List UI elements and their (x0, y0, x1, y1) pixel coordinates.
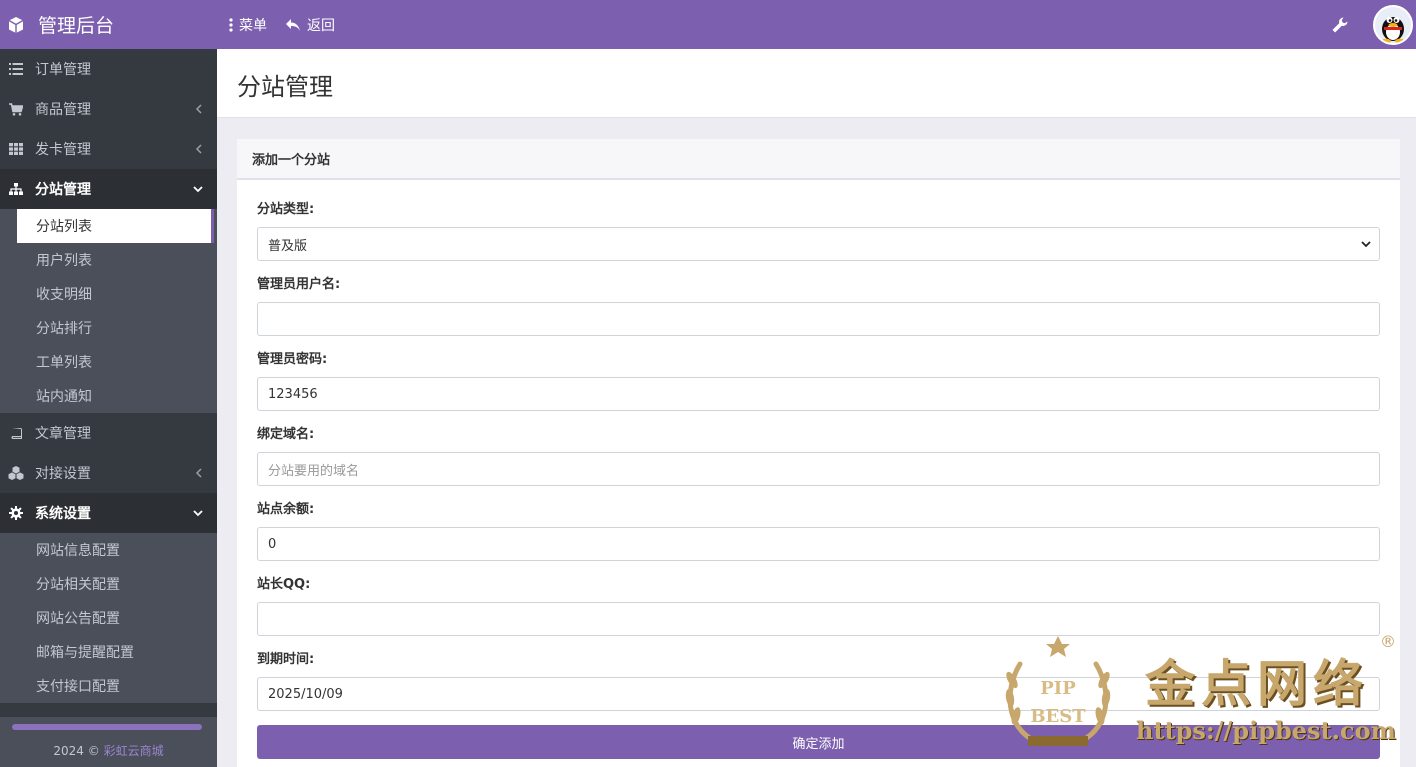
sidebar-item-label: 分站管理 (35, 182, 91, 198)
branch-type-label: 分站类型: (257, 202, 315, 217)
sidebar-subitem-tickets[interactable]: 工单列表 (0, 345, 217, 379)
sidebar-subitem-ledger[interactable]: 收支明细 (0, 277, 217, 311)
sidebar-item-label: 订单管理 (35, 62, 91, 78)
back-button[interactable]: 返回 (285, 15, 335, 35)
sidebar-item-branches[interactable]: 分站管理 (0, 169, 217, 209)
reply-arrow-icon (285, 18, 301, 32)
sidebar-subitem-branch-list[interactable]: 分站列表 (17, 209, 214, 243)
menu-label: 菜单 (239, 17, 267, 34)
qq-input[interactable] (257, 602, 1380, 636)
copyright: 2024 © 彩虹云商城 (0, 742, 217, 759)
qq-group: 站长QQ: (257, 576, 1380, 636)
chevron-left-icon (193, 141, 203, 157)
wrench-icon[interactable] (1331, 16, 1349, 34)
admin-password-label: 管理员密码: (257, 352, 328, 367)
admin-password-value: 123456 (268, 386, 318, 402)
balance-value: 0 (268, 536, 277, 552)
domain-placeholder: 分站要用的域名 (268, 463, 360, 479)
vertical-dots-icon (229, 17, 233, 32)
branch-type-group: 分站类型: 普及版 (257, 201, 1380, 261)
balance-label: 站点余额: (257, 502, 315, 517)
expire-group: 到期时间: 2025/10/09 (257, 651, 1380, 711)
domain-input[interactable]: 分站要用的域名 (257, 452, 1380, 486)
confirm-add-button[interactable]: 确定添加 (257, 725, 1380, 759)
copyright-year: 2024 © (53, 744, 100, 758)
sidebar-subitem-announcement[interactable]: 网站公告配置 (0, 601, 217, 635)
avatar[interactable] (1373, 4, 1413, 45)
sidebar-item-products[interactable]: 商品管理 (0, 89, 217, 129)
sidebar-subitem-user-list[interactable]: 用户列表 (0, 243, 217, 277)
sidebar-subitem-ranking[interactable]: 分站排行 (0, 311, 217, 345)
back-label: 返回 (307, 17, 335, 34)
copyright-link[interactable]: 彩虹云商城 (104, 744, 164, 758)
sidebar-progress (12, 724, 202, 730)
branch-type-value: 普及版 (268, 238, 308, 254)
card-title: 添加一个分站 (237, 139, 1400, 180)
sidebar-item-label: 发卡管理 (35, 142, 91, 158)
chevron-left-icon (193, 465, 203, 481)
admin-username-input[interactable] (257, 302, 1380, 336)
admin-username-group: 管理员用户名: (257, 276, 1380, 336)
sidebar-item-cards[interactable]: 发卡管理 (0, 129, 217, 169)
sitemap-icon (8, 181, 24, 197)
sidebar-item-orders[interactable]: 订单管理 (0, 49, 217, 89)
branch-type-select[interactable]: 普及版 (257, 227, 1380, 261)
sidebar-item-label: 系统设置 (35, 506, 91, 522)
brand[interactable]: 管理后台 (0, 0, 217, 49)
gear-icon (8, 505, 24, 521)
sidebar-subitem-mail[interactable]: 邮箱与提醒配置 (0, 635, 217, 669)
admin-password-group: 管理员密码: 123456 (257, 351, 1380, 411)
sidebar-subitem-site-info[interactable]: 网站信息配置 (0, 533, 217, 567)
cube-icon (6, 15, 26, 35)
sidebar-item-integration[interactable]: 对接设置 (0, 453, 217, 493)
brand-title: 管理后台 (38, 15, 115, 37)
cart-icon (8, 101, 24, 117)
sidebar-item-label: 对接设置 (35, 466, 91, 482)
qq-label: 站长QQ: (257, 577, 311, 592)
page-header: 分站管理 (217, 49, 1416, 118)
domain-label: 绑定域名: (257, 427, 315, 442)
sidebar-item-label: 文章管理 (35, 426, 91, 442)
sidebar-item-label: 商品管理 (35, 102, 91, 118)
book-icon (8, 425, 24, 441)
admin-password-input[interactable]: 123456 (257, 377, 1380, 411)
top-navbar: 管理后台 菜单 返回 (0, 0, 1416, 49)
expire-label: 到期时间: (257, 652, 315, 667)
sidebar-footer: 2024 © 彩虹云商城 (0, 717, 217, 767)
domain-group: 绑定域名: 分站要用的域名 (257, 426, 1380, 486)
sidebar-progress-fill (12, 724, 202, 730)
sidebar-subitem-branch-config[interactable]: 分站相关配置 (0, 567, 217, 601)
cubes-icon (8, 465, 24, 481)
page-title: 分站管理 (237, 73, 333, 101)
admin-username-label: 管理员用户名: (257, 277, 341, 292)
balance-input[interactable]: 0 (257, 527, 1380, 561)
chevron-down-icon (1361, 238, 1371, 248)
chevron-left-icon (193, 101, 203, 117)
sidebar-subitem-notices[interactable]: 站内通知 (0, 379, 217, 413)
sidebar: 订单管理 商品管理 发卡管理 分站管理 分站列表 用户列表 收支明细 分站排行 … (0, 49, 217, 767)
sidebar-item-articles[interactable]: 文章管理 (0, 413, 217, 453)
branch-submenu: 分站列表 用户列表 收支明细 分站排行 工单列表 站内通知 (0, 209, 217, 413)
expire-value: 2025/10/09 (268, 686, 343, 702)
system-submenu: 网站信息配置 分站相关配置 网站公告配置 邮箱与提醒配置 支付接口配置 (0, 533, 217, 703)
sidebar-subitem-payment[interactable]: 支付接口配置 (0, 669, 217, 703)
sidebar-item-system[interactable]: 系统设置 (0, 493, 217, 533)
balance-group: 站点余额: 0 (257, 501, 1380, 561)
grid-icon (8, 141, 24, 157)
chevron-down-icon (193, 181, 203, 197)
expire-date-input[interactable]: 2025/10/09 (257, 677, 1380, 711)
menu-toggle-button[interactable]: 菜单 (229, 15, 267, 35)
list-icon (8, 61, 24, 77)
chevron-down-icon (193, 505, 203, 521)
add-branch-card: 添加一个分站 分站类型: 普及版 管理员用户名: 管理员密码: 123456 绑… (237, 139, 1400, 767)
